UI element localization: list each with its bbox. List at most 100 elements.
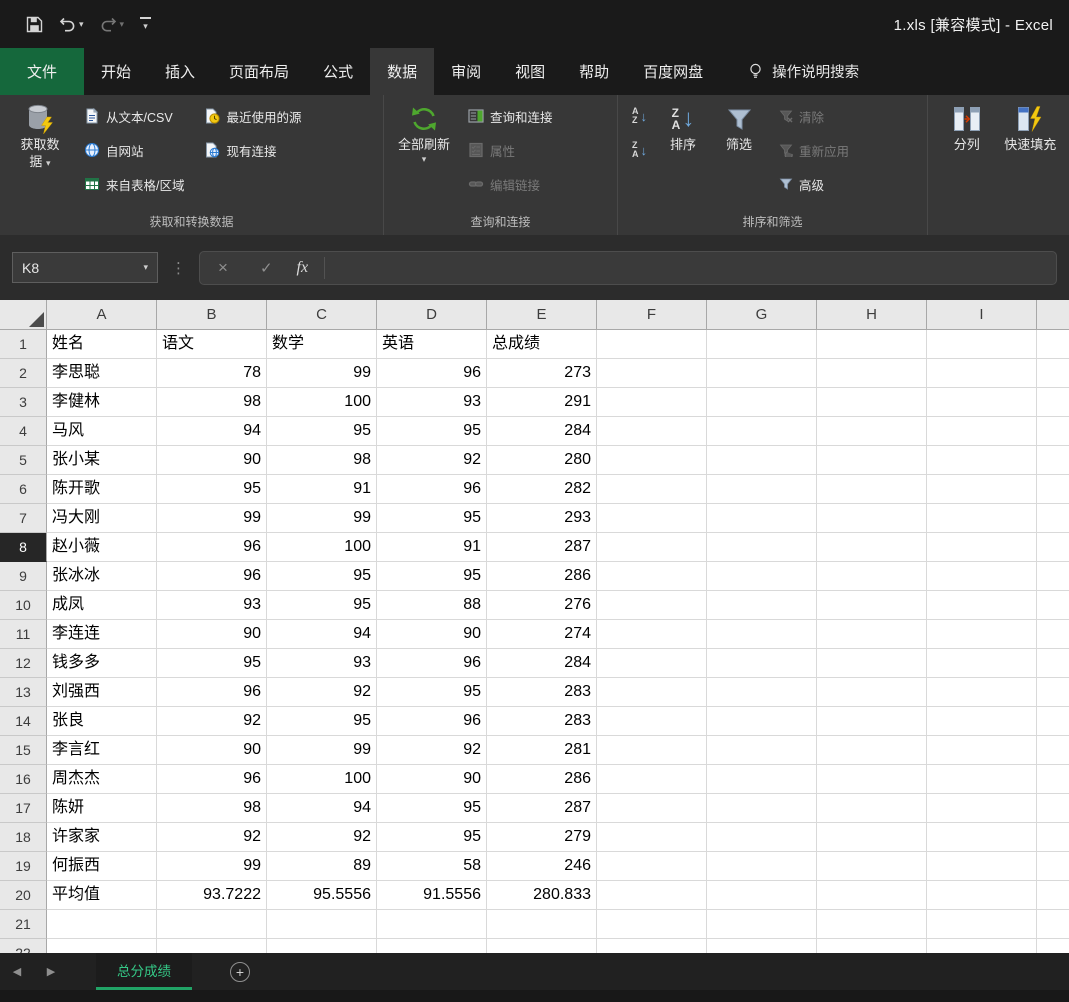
cell[interactable] xyxy=(1037,591,1069,620)
column-header-i[interactable]: I xyxy=(927,300,1037,330)
tab-help[interactable]: 帮助 xyxy=(562,48,626,95)
tell-me-search[interactable]: 操作说明搜索 xyxy=(748,48,859,95)
flash-fill-button[interactable]: 快速填充 xyxy=(998,99,1063,154)
cell[interactable] xyxy=(707,649,817,678)
column-header-d[interactable]: D xyxy=(377,300,487,330)
cell[interactable]: 李思聪 xyxy=(47,359,157,388)
cell[interactable]: 何振西 xyxy=(47,852,157,881)
cell[interactable] xyxy=(707,823,817,852)
cell[interactable]: 95 xyxy=(267,417,377,446)
cell[interactable]: 90 xyxy=(377,620,487,649)
cell[interactable] xyxy=(157,939,267,953)
cell[interactable] xyxy=(1037,359,1069,388)
cell[interactable] xyxy=(927,707,1037,736)
cell[interactable]: 287 xyxy=(487,794,597,823)
cell[interactable]: 93 xyxy=(157,591,267,620)
cell[interactable] xyxy=(597,881,707,910)
column-header-f[interactable]: F xyxy=(597,300,707,330)
cell[interactable]: 平均值 xyxy=(47,881,157,910)
cell[interactable]: 95 xyxy=(267,591,377,620)
cell[interactable] xyxy=(1037,852,1069,881)
cell[interactable] xyxy=(707,417,817,446)
cell[interactable] xyxy=(597,591,707,620)
cell[interactable]: 数学 xyxy=(267,330,377,359)
select-all-corner[interactable] xyxy=(0,300,47,330)
cell[interactable]: 99 xyxy=(267,359,377,388)
column-header-j[interactable]: J xyxy=(1037,300,1069,330)
sort-ascending-button[interactable]: AZ ↓ xyxy=(628,101,651,131)
cell[interactable] xyxy=(927,881,1037,910)
tab-formulas[interactable]: 公式 xyxy=(306,48,370,95)
cell[interactable]: 93 xyxy=(267,649,377,678)
cell[interactable]: 274 xyxy=(487,620,597,649)
cell[interactable] xyxy=(1037,562,1069,591)
cell[interactable]: 陈开歌 xyxy=(47,475,157,504)
add-sheet-button[interactable]: + xyxy=(230,961,250,982)
cell[interactable] xyxy=(817,562,927,591)
existing-connections-button[interactable]: 现有连接 xyxy=(200,135,305,165)
cell[interactable] xyxy=(597,475,707,504)
cell[interactable] xyxy=(597,678,707,707)
cell[interactable] xyxy=(707,591,817,620)
cell[interactable] xyxy=(707,620,817,649)
cell[interactable] xyxy=(1037,446,1069,475)
cell[interactable]: 93 xyxy=(377,388,487,417)
recent-sources-button[interactable]: 最近使用的源 xyxy=(200,101,305,131)
cell[interactable] xyxy=(927,765,1037,794)
cell[interactable] xyxy=(927,939,1037,953)
cell[interactable] xyxy=(927,620,1037,649)
cell[interactable]: 287 xyxy=(487,533,597,562)
cell[interactable]: 78 xyxy=(157,359,267,388)
formula-input[interactable] xyxy=(325,252,1056,284)
cell[interactable]: 89 xyxy=(267,852,377,881)
cell[interactable] xyxy=(1037,910,1069,939)
column-header-h[interactable]: H xyxy=(817,300,927,330)
cell[interactable]: 钱多多 xyxy=(47,649,157,678)
cell[interactable]: 96 xyxy=(157,678,267,707)
redo-button[interactable]: ▾ xyxy=(100,17,124,32)
cell[interactable]: 周杰杰 xyxy=(47,765,157,794)
cell[interactable] xyxy=(817,533,927,562)
name-box[interactable]: K8 ▾ xyxy=(12,252,158,283)
cell[interactable] xyxy=(707,562,817,591)
row-header-17[interactable]: 17 xyxy=(0,794,47,823)
cell[interactable] xyxy=(1037,649,1069,678)
cell[interactable] xyxy=(927,562,1037,591)
cell[interactable]: 刘强西 xyxy=(47,678,157,707)
cell[interactable] xyxy=(817,794,927,823)
cell[interactable] xyxy=(927,823,1037,852)
cell[interactable] xyxy=(707,881,817,910)
cell[interactable]: 92 xyxy=(157,823,267,852)
cell[interactable] xyxy=(267,939,377,953)
row-header-16[interactable]: 16 xyxy=(0,765,47,794)
cell[interactable] xyxy=(817,417,927,446)
cell[interactable]: 成凤 xyxy=(47,591,157,620)
cell[interactable] xyxy=(927,388,1037,417)
row-header-2[interactable]: 2 xyxy=(0,359,47,388)
insert-function-icon[interactable]: fx xyxy=(287,259,325,277)
cell[interactable]: 92 xyxy=(267,678,377,707)
cell[interactable] xyxy=(597,388,707,417)
row-header-1[interactable]: 1 xyxy=(0,330,47,359)
cell[interactable]: 99 xyxy=(157,852,267,881)
name-box-caret[interactable]: ▾ xyxy=(143,262,148,273)
cell[interactable] xyxy=(597,330,707,359)
cell[interactable]: 96 xyxy=(377,707,487,736)
cell[interactable]: 279 xyxy=(487,823,597,852)
cell[interactable]: 张良 xyxy=(47,707,157,736)
cell[interactable]: 90 xyxy=(157,446,267,475)
cell[interactable]: 92 xyxy=(157,707,267,736)
cell[interactable] xyxy=(817,446,927,475)
cell[interactable] xyxy=(927,736,1037,765)
cell[interactable] xyxy=(597,736,707,765)
cell[interactable] xyxy=(927,794,1037,823)
cell[interactable] xyxy=(817,707,927,736)
cell[interactable]: 李言红 xyxy=(47,736,157,765)
cell[interactable] xyxy=(707,939,817,953)
cell[interactable] xyxy=(1037,736,1069,765)
row-header-21[interactable]: 21 xyxy=(0,910,47,939)
cell[interactable] xyxy=(707,504,817,533)
cell[interactable] xyxy=(817,939,927,953)
cell[interactable]: 90 xyxy=(157,620,267,649)
cell[interactable]: 92 xyxy=(377,446,487,475)
